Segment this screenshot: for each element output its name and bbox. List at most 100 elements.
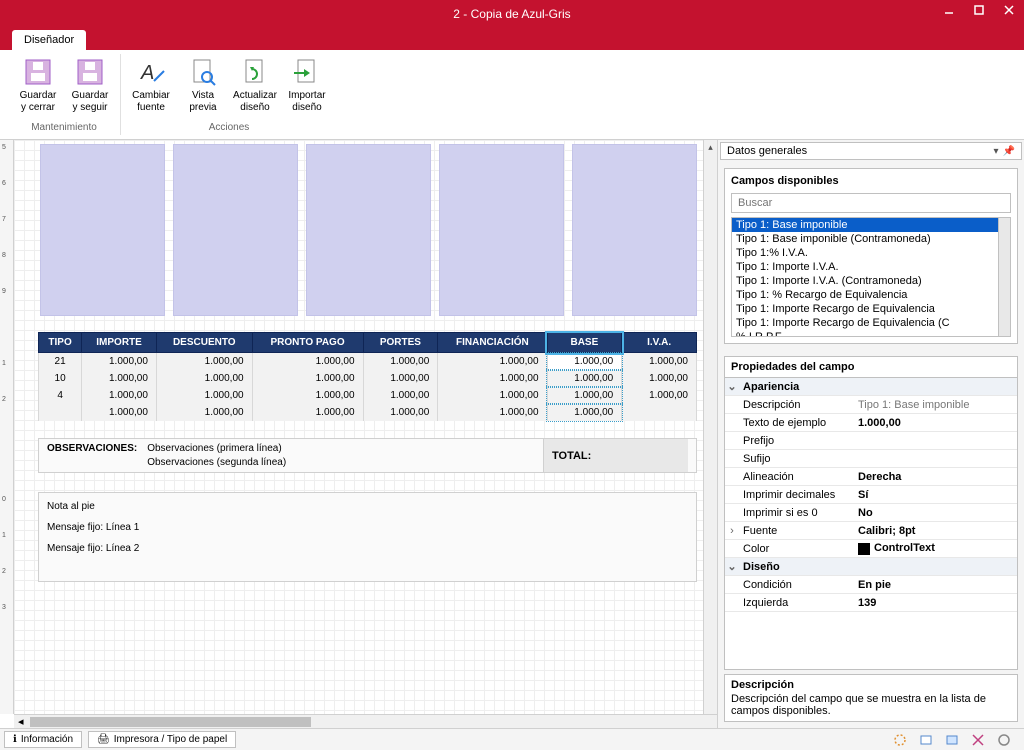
collapse-icon[interactable]: ⌄ xyxy=(725,380,739,393)
table-cell[interactable]: 1.000,00 xyxy=(547,387,622,404)
preview-button[interactable]: Vista previa xyxy=(179,54,227,120)
table-header[interactable]: IMPORTE xyxy=(82,333,157,353)
table-cell[interactable] xyxy=(622,404,697,421)
field-list-item[interactable]: Tipo 1: Base imponible xyxy=(732,218,1010,232)
table-cell[interactable]: 1.000,00 xyxy=(622,353,697,371)
maximize-button[interactable] xyxy=(964,0,994,20)
status-icon-5[interactable] xyxy=(996,732,1012,748)
field-list-item[interactable]: Tipo 1: Importe I.V.A. (Contramoneda) xyxy=(732,274,1010,288)
table-cell[interactable]: 1.000,00 xyxy=(438,404,547,421)
prop-sufijo-value[interactable] xyxy=(854,458,1017,460)
properties-grid[interactable]: ⌄Apariencia DescripciónTipo 1: Base impo… xyxy=(724,377,1018,670)
table-header[interactable]: TIPO xyxy=(39,333,82,353)
field-list-item[interactable]: Tipo 1: Importe Recargo de Equivalencia xyxy=(732,302,1010,316)
table-cell[interactable]: 1.000,00 xyxy=(156,370,252,387)
status-printer-tab[interactable]: 🖨 Impresora / Tipo de papel xyxy=(88,731,236,748)
field-list-item[interactable]: % I.R.P.F. xyxy=(732,330,1010,337)
prop-imprimir-dec-value[interactable]: Sí xyxy=(854,488,1017,502)
panel-selector[interactable]: Datos generales ▾ 📌 xyxy=(720,142,1022,160)
table-row[interactable]: 1.000,001.000,001.000,001.000,001.000,00… xyxy=(39,404,697,421)
prop-condicion-value[interactable]: En pie xyxy=(854,578,1017,592)
table-cell[interactable]: 1.000,00 xyxy=(82,370,157,387)
field-list[interactable]: Tipo 1: Base imponibleTipo 1: Base impon… xyxy=(731,217,1011,337)
status-icon-4[interactable] xyxy=(970,732,986,748)
observations-row[interactable]: OBSERVACIONES: Observaciones (primera lí… xyxy=(38,438,697,473)
table-cell[interactable]: 1.000,00 xyxy=(622,370,697,387)
field-list-item[interactable]: Tipo 1: Base imponible (Contramoneda) xyxy=(732,232,1010,246)
table-cell[interactable]: 1.000,00 xyxy=(363,353,438,371)
import-icon xyxy=(291,56,323,88)
table-cell[interactable]: 10 xyxy=(39,370,82,387)
table-cell[interactable]: 1.000,00 xyxy=(252,370,363,387)
totals-table[interactable]: TIPOIMPORTEDESCUENTOPRONTO PAGOPORTESFIN… xyxy=(38,332,697,421)
footer-notes[interactable]: Nota al pie Mensaje fijo: Línea 1 Mensaj… xyxy=(38,492,697,582)
status-icon-3[interactable] xyxy=(944,732,960,748)
save-continue-button[interactable]: Guardar y seguir xyxy=(66,54,114,120)
table-cell[interactable]: 1.000,00 xyxy=(438,370,547,387)
prop-prefijo-value[interactable] xyxy=(854,440,1017,442)
field-list-item[interactable]: Tipo 1:% I.V.A. xyxy=(732,246,1010,260)
refresh-design-button[interactable]: Actualizar diseño xyxy=(231,54,279,120)
status-icon-1[interactable] xyxy=(892,732,908,748)
prop-izquierda-value[interactable]: 139 xyxy=(854,596,1017,610)
expand-icon[interactable]: › xyxy=(725,525,739,537)
table-cell[interactable]: 1.000,00 xyxy=(82,353,157,371)
table-cell[interactable]: 1.000,00 xyxy=(156,353,252,371)
dropdown-icon[interactable]: ▾ xyxy=(994,146,999,157)
table-cell[interactable]: 1.000,00 xyxy=(363,404,438,421)
canvas-vertical-scroll[interactable]: ▴ xyxy=(703,140,717,714)
status-icon-2[interactable] xyxy=(918,732,934,748)
field-list-scrollbar[interactable] xyxy=(998,218,1010,336)
import-design-button[interactable]: Importar diseño xyxy=(283,54,331,120)
table-header[interactable]: I.V.A. xyxy=(622,333,697,353)
save-close-button[interactable]: Guardar y cerrar xyxy=(14,54,62,120)
table-cell[interactable]: 1.000,00 xyxy=(547,353,622,371)
prop-texto-value[interactable]: 1.000,00 xyxy=(854,416,1017,430)
table-cell[interactable]: 1.000,00 xyxy=(82,387,157,404)
field-search-input[interactable] xyxy=(731,193,1011,213)
table-header[interactable]: BASE xyxy=(547,333,622,353)
pin-icon[interactable]: 📌 xyxy=(1003,146,1015,157)
table-cell[interactable]: 1.000,00 xyxy=(622,387,697,404)
table-cell[interactable]: 1.000,00 xyxy=(438,387,547,404)
table-header[interactable]: FINANCIACIÓN xyxy=(438,333,547,353)
minimize-button[interactable] xyxy=(934,0,964,20)
table-cell[interactable]: 1.000,00 xyxy=(156,387,252,404)
footnote: Nota al pie xyxy=(47,501,688,512)
table-cell[interactable]: 1.000,00 xyxy=(252,353,363,371)
prop-descripcion-value[interactable]: Tipo 1: Base imponible xyxy=(854,398,1017,412)
table-cell[interactable]: 1.000,00 xyxy=(252,404,363,421)
table-header[interactable]: DESCUENTO xyxy=(156,333,252,353)
table-cell[interactable] xyxy=(39,404,82,421)
change-font-button[interactable]: A Cambiar fuente xyxy=(127,54,175,120)
table-row[interactable]: 101.000,001.000,001.000,001.000,001.000,… xyxy=(39,370,697,387)
table-cell[interactable]: 21 xyxy=(39,353,82,371)
close-button[interactable] xyxy=(994,0,1024,20)
tab-designer[interactable]: Diseñador xyxy=(12,30,86,50)
table-header[interactable]: PORTES xyxy=(363,333,438,353)
table-header[interactable]: PRONTO PAGO xyxy=(252,333,363,353)
prop-imprimir-0-value[interactable]: No xyxy=(854,506,1017,520)
field-list-item[interactable]: Tipo 1: Importe I.V.A. xyxy=(732,260,1010,274)
table-cell[interactable]: 1.000,00 xyxy=(252,387,363,404)
table-row[interactable]: 211.000,001.000,001.000,001.000,001.000,… xyxy=(39,353,697,371)
prop-alineacion-value[interactable]: Derecha xyxy=(854,470,1017,484)
table-cell[interactable]: 1.000,00 xyxy=(547,370,622,387)
table-cell[interactable]: 4 xyxy=(39,387,82,404)
design-canvas-area[interactable]: 5 6 7 8 9 1 2 0 1 2 3 TIPOIMPORTEDESCUEN… xyxy=(0,140,718,728)
canvas-horizontal-scroll[interactable]: ◂ xyxy=(14,714,717,728)
table-cell[interactable]: 1.000,00 xyxy=(363,370,438,387)
table-cell[interactable]: 1.000,00 xyxy=(363,387,438,404)
field-list-item[interactable]: Tipo 1: % Recargo de Equivalencia xyxy=(732,288,1010,302)
table-cell[interactable]: 1.000,00 xyxy=(82,404,157,421)
collapse-icon[interactable]: ⌄ xyxy=(725,560,739,573)
prop-fuente-value[interactable]: Calibri; 8pt xyxy=(854,524,1017,538)
table-row[interactable]: 41.000,001.000,001.000,001.000,001.000,0… xyxy=(39,387,697,404)
table-cell[interactable]: 1.000,00 xyxy=(156,404,252,421)
prop-color-value[interactable]: ControlText xyxy=(854,541,1017,555)
field-list-item[interactable]: Tipo 1: Importe Recargo de Equivalencia … xyxy=(732,316,1010,330)
table-cell[interactable]: 1.000,00 xyxy=(438,353,547,371)
status-info-tab[interactable]: ℹ Información xyxy=(4,731,82,748)
placeholder-region[interactable] xyxy=(40,144,697,316)
table-cell[interactable]: 1.000,00 xyxy=(547,404,622,421)
